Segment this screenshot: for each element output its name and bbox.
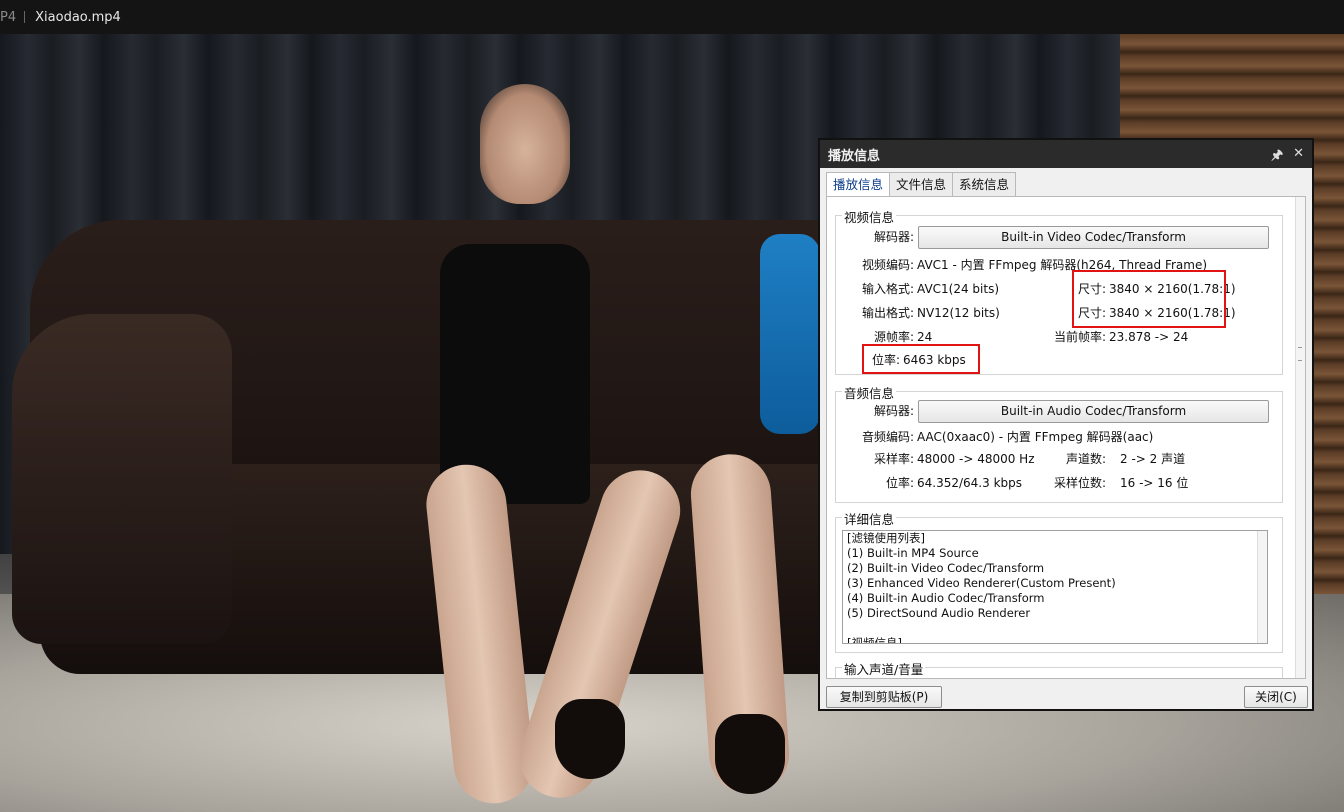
sample-bits-value: 16 -> 16 位 <box>1120 476 1189 490</box>
current-fps-label: 当前帧率: <box>1053 330 1106 344</box>
audio-info-group: 音频信息 解码器: Built-in Audio Codec/Transform… <box>835 383 1283 503</box>
audio-codec-value: AAC(0xaac0) - 内置 FFmpeg 解码器(aac) <box>917 430 1154 444</box>
details-heading: 详细信息 <box>842 509 897 528</box>
high-heel-shoe <box>555 699 625 779</box>
list-scrollbar[interactable] <box>1257 531 1267 643</box>
format-label: P4 <box>0 9 17 25</box>
window-title-bar: P4 Xiaodao.mp4 <box>0 0 1344 35</box>
list-item: [视频信息] <box>847 636 902 644</box>
input-channel-heading: 输入声道/音量 <box>842 659 926 678</box>
dialog-title-bar: 播放信息 🖈 ✕ <box>820 140 1312 168</box>
person-left-head <box>480 84 570 204</box>
sample-rate-value: 48000 -> 48000 Hz <box>917 452 1035 466</box>
playback-info-dialog: 播放信息 🖈 ✕ 播放信息 文件信息 系统信息 视频信息 解码器: Built-… <box>818 138 1314 711</box>
close-button[interactable]: 关闭(C) <box>1244 686 1308 708</box>
tab-file-info[interactable]: 文件信息 <box>889 172 954 197</box>
person-right-torso <box>760 234 820 434</box>
details-group: 详细信息 [滤镜使用列表] (1) Built-in MP4 Source (2… <box>835 509 1283 653</box>
video-info-heading: 视频信息 <box>842 207 897 226</box>
high-heel-shoe <box>715 714 785 794</box>
video-decoder-label: 解码器: <box>873 230 914 244</box>
pin-icon[interactable]: 🖈 <box>1271 146 1283 168</box>
video-codec-label: 视频编码: <box>861 258 914 272</box>
list-item: (4) Built-in Audio Codec/Transform <box>847 591 1045 605</box>
audio-info-heading: 音频信息 <box>842 383 897 402</box>
tab-system-info[interactable]: 系统信息 <box>952 172 1017 197</box>
channels-label: 声道数: <box>1065 452 1106 466</box>
list-item <box>843 621 1267 636</box>
dialog-title: 播放信息 <box>828 148 881 164</box>
audio-decoder-button[interactable]: Built-in Audio Codec/Transform <box>918 400 1269 423</box>
audio-bitrate-value: 64.352/64.3 kbps <box>917 476 1022 490</box>
input-channel-group: 输入声道/音量 <box>835 659 1283 678</box>
sofa-arm <box>12 314 232 644</box>
bitrate-highlight-box <box>862 344 980 374</box>
list-item: [滤镜使用列表] <box>847 531 925 545</box>
list-item: (2) Built-in Video Codec/Transform <box>847 561 1045 575</box>
tab-strip: 播放信息 文件信息 系统信息 <box>826 172 1017 197</box>
video-info-group: 视频信息 解码器: Built-in Video Codec/Transform… <box>835 207 1283 375</box>
input-format-label: 输入格式: <box>861 282 914 296</box>
list-item: (3) Enhanced Video Renderer(Custom Prese… <box>847 576 1116 590</box>
audio-decoder-label: 解码器: <box>873 404 914 418</box>
info-panel: 视频信息 解码器: Built-in Video Codec/Transform… <box>826 196 1306 679</box>
file-name: Xiaodao.mp4 <box>35 9 121 25</box>
output-format-value: NV12(12 bits) <box>917 306 1000 320</box>
size-highlight-box <box>1072 270 1226 328</box>
tab-playback-info[interactable]: 播放信息 <box>826 172 891 197</box>
sample-bits-label: 采样位数: <box>1053 476 1106 490</box>
output-format-label: 输出格式: <box>861 306 914 320</box>
list-item: (5) DirectSound Audio Renderer <box>847 606 1031 620</box>
video-decoder-button[interactable]: Built-in Video Codec/Transform <box>918 226 1269 249</box>
close-icon[interactable]: ✕ <box>1293 146 1304 168</box>
input-format-value: AVC1(24 bits) <box>917 282 1000 296</box>
sample-rate-label: 采样率: <box>873 452 914 466</box>
channels-value: 2 -> 2 声道 <box>1120 452 1186 466</box>
list-item: (1) Built-in MP4 Source <box>847 546 979 560</box>
audio-bitrate-label: 位率: <box>885 476 914 490</box>
filter-list[interactable]: [滤镜使用列表] (1) Built-in MP4 Source (2) Bui… <box>842 530 1268 644</box>
copy-to-clipboard-button[interactable]: 复制到剪贴板(P) <box>826 686 942 708</box>
panel-scrollbar[interactable] <box>1295 197 1305 678</box>
current-fps-value: 23.878 -> 24 <box>1109 330 1189 344</box>
title-separator <box>24 11 26 23</box>
audio-codec-label: 音频编码: <box>861 430 914 444</box>
